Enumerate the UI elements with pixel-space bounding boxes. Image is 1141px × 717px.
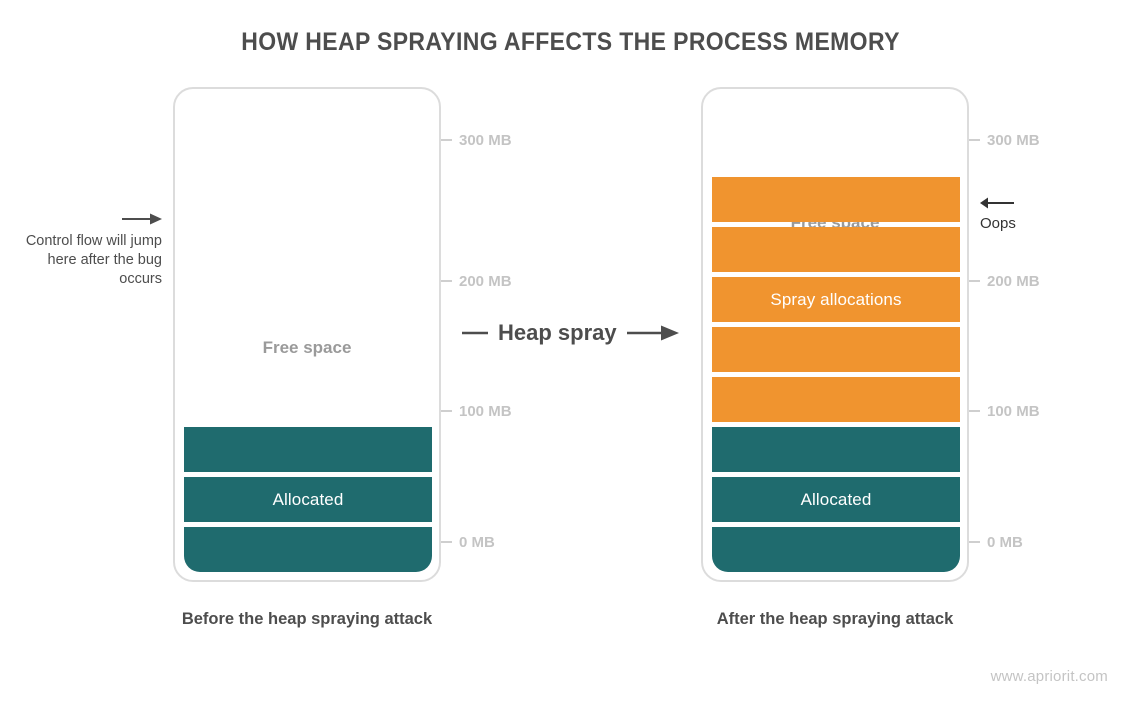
memory-block-label: [712, 527, 960, 572]
memory-block-label: [712, 427, 960, 472]
scale-tick-label: 0 MB: [459, 533, 495, 551]
scale-tick: 0 MB: [441, 532, 495, 552]
memory-block-label: [712, 377, 960, 422]
dash-line-icon: [462, 331, 488, 335]
memory-block-spray: [712, 327, 960, 372]
memory-block-allocated: Allocated: [184, 477, 432, 522]
memory-block-label: Spray allocations: [770, 289, 902, 309]
memory-block-allocated: [712, 427, 960, 472]
arrow-left-icon: [980, 197, 1014, 209]
memory-block-allocated: [184, 427, 432, 472]
tick-mark-icon: [441, 541, 452, 543]
scale-tick: 200 MB: [441, 271, 512, 291]
memory-block-label: [712, 177, 960, 222]
scale-tick: 200 MB: [969, 271, 1040, 291]
memory-panel-after-inner: Free space Spray allocations Allocated: [703, 89, 967, 580]
memory-panel-after: Free space Spray allocations Allocated: [701, 87, 969, 582]
scale-tick-label: 100 MB: [459, 402, 512, 420]
memory-block-label: [712, 227, 960, 272]
memory-panel-before: Free space Allocated: [173, 87, 441, 582]
memory-block-label: [184, 427, 432, 472]
heap-spray-label: Heap spray: [498, 320, 617, 345]
scale-tick: 100 MB: [969, 401, 1040, 421]
heap-spray-transition: Heap spray: [462, 320, 679, 346]
free-space-label-before: Free space: [262, 338, 352, 357]
memory-block-spray: [712, 377, 960, 422]
oops-annotation: Oops: [980, 196, 1016, 232]
memory-block-label: [184, 527, 432, 572]
tick-mark-icon: [969, 541, 980, 543]
memory-block-allocated: [184, 527, 432, 572]
page-title: HOW HEAP SPRAYING AFFECTS THE PROCESS ME…: [241, 28, 900, 56]
memory-block-spray: Spray allocations: [712, 277, 960, 322]
arrow-right-icon: [122, 213, 162, 225]
tick-mark-icon: [969, 280, 980, 282]
memory-blocks-before: Allocated: [184, 427, 432, 572]
arrow-right-icon: [626, 325, 679, 341]
scale-tick: 0 MB: [969, 532, 1023, 552]
control-flow-annotation: Control flow will jump here after the bu…: [10, 212, 162, 289]
tick-mark-icon: [969, 139, 980, 141]
memory-scale-after: 300 MB 200 MB 100 MB 0 MB: [969, 87, 1089, 582]
memory-blocks-after: Spray allocations Allocated: [712, 177, 960, 572]
tick-mark-icon: [441, 280, 452, 282]
scale-tick: 100 MB: [441, 401, 512, 421]
memory-block-label: [712, 327, 960, 372]
oops-text: Oops: [980, 215, 1016, 232]
caption-before: Before the heap spraying attack: [181, 610, 433, 628]
memory-block-spray: [712, 227, 960, 272]
scale-tick-label: 200 MB: [987, 272, 1040, 290]
memory-block-label: Allocated: [800, 489, 872, 509]
memory-block-spray: [712, 177, 960, 222]
scale-tick-label: 100 MB: [987, 402, 1040, 420]
memory-panel-before-inner: Free space Allocated: [175, 89, 439, 580]
memory-block-allocated: [712, 527, 960, 572]
scale-tick-label: 200 MB: [459, 272, 512, 290]
watermark: www.apriorit.com: [990, 668, 1108, 685]
tick-mark-icon: [441, 139, 452, 141]
caption-after: After the heap spraying attack: [716, 610, 954, 628]
scale-tick-label: 0 MB: [987, 533, 1023, 551]
memory-block-label: Allocated: [272, 489, 344, 509]
scale-tick: 300 MB: [441, 130, 512, 150]
tick-mark-icon: [969, 410, 980, 412]
control-flow-text: Control flow will jump here after the bu…: [25, 233, 162, 287]
scale-tick-label: 300 MB: [987, 131, 1040, 149]
scale-tick: 300 MB: [969, 130, 1040, 150]
memory-block-allocated: Allocated: [712, 477, 960, 522]
tick-mark-icon: [441, 410, 452, 412]
scale-tick-label: 300 MB: [459, 131, 512, 149]
